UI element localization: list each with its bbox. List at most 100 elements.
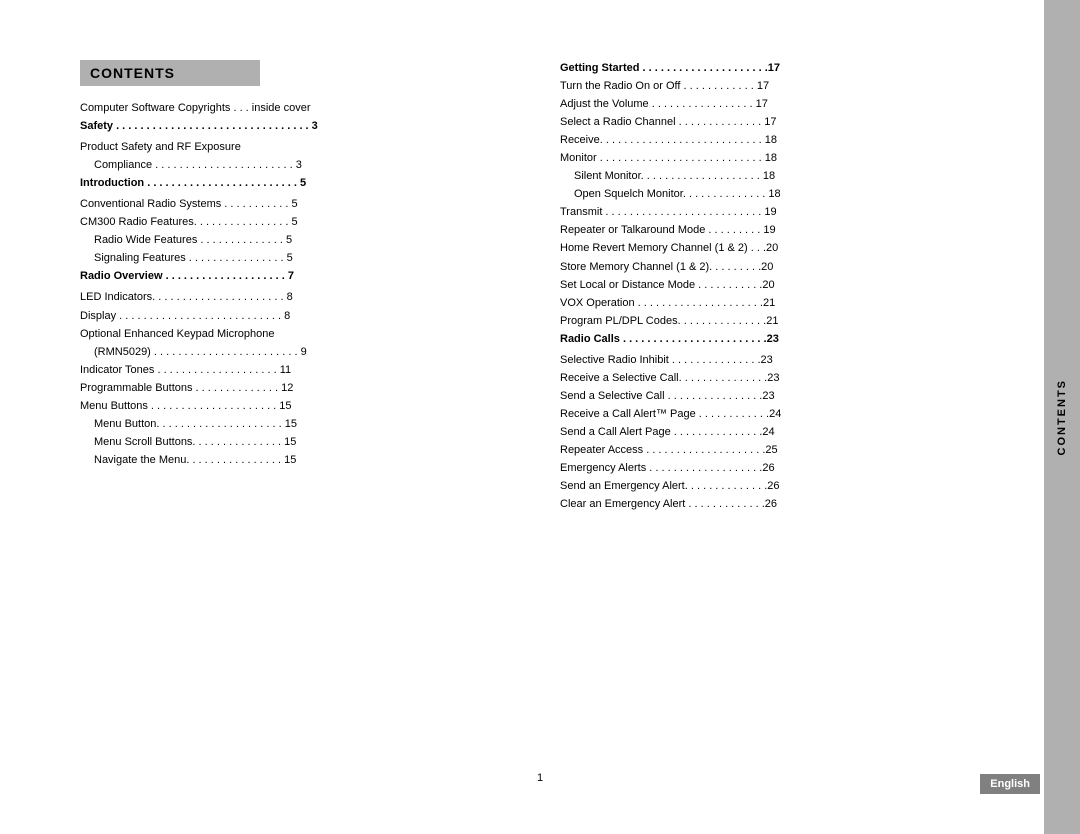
page-container: CONTENTS Computer Software Copyrights . … xyxy=(0,0,1080,834)
main-content: CONTENTS Computer Software Copyrights . … xyxy=(0,0,1080,554)
rtoc-label-24: Clear an Emergency Alert . . . . . . . .… xyxy=(560,496,1000,513)
toc-entry-13: (RMN5029) . . . . . . . . . . . . . . . … xyxy=(80,344,520,361)
rtoc-entry-5: Monitor . . . . . . . . . . . . . . . . … xyxy=(560,150,1000,167)
toc-entry-5: Conventional Radio Systems . . . . . . .… xyxy=(80,196,520,213)
toc-entry-15: Programmable Buttons . . . . . . . . . .… xyxy=(80,380,520,397)
toc-label-10: LED Indicators. . . . . . . . . . . . . … xyxy=(80,289,520,306)
toc-entry-4: Introduction . . . . . . . . . . . . . .… xyxy=(80,175,520,192)
rtoc-entry-14: Program PL/DPL Codes. . . . . . . . . . … xyxy=(560,313,1000,330)
rtoc-entry-12: Set Local or Distance Mode . . . . . . .… xyxy=(560,277,1000,294)
rtoc-label-0: Getting Started . . . . . . . . . . . . … xyxy=(560,60,1000,77)
rtoc-entry-17: Receive a Selective Call. . . . . . . . … xyxy=(560,370,1000,387)
toc-entry-7: Radio Wide Features . . . . . . . . . . … xyxy=(80,232,520,249)
rtoc-entry-16: Selective Radio Inhibit . . . . . . . . … xyxy=(560,352,1000,369)
rtoc-entry-22: Emergency Alerts . . . . . . . . . . . .… xyxy=(560,460,1000,477)
toc-entry-0: Computer Software Copyrights . . . insid… xyxy=(80,100,520,117)
toc-entry-18: Menu Scroll Buttons. . . . . . . . . . .… xyxy=(80,434,520,451)
toc-label-15: Programmable Buttons . . . . . . . . . .… xyxy=(80,380,520,397)
toc-entry-14: Indicator Tones . . . . . . . . . . . . … xyxy=(80,362,520,379)
rtoc-label-8: Transmit . . . . . . . . . . . . . . . .… xyxy=(560,204,1000,221)
english-label: English xyxy=(990,778,1030,790)
rtoc-label-15: Radio Calls . . . . . . . . . . . . . . … xyxy=(560,331,1000,348)
rtoc-entry-15: Radio Calls . . . . . . . . . . . . . . … xyxy=(560,331,1000,348)
toc-label-4: Introduction . . . . . . . . . . . . . .… xyxy=(80,175,520,192)
rtoc-label-19: Receive a Call Alert™ Page . . . . . . .… xyxy=(560,406,1000,423)
toc-label-17: Menu Button. . . . . . . . . . . . . . .… xyxy=(94,416,520,433)
toc-label-16: Menu Buttons . . . . . . . . . . . . . .… xyxy=(80,398,520,415)
toc-label-2: Product Safety and RF Exposure xyxy=(80,139,520,156)
rtoc-label-18: Send a Selective Call . . . . . . . . . … xyxy=(560,388,1000,405)
rtoc-label-5: Monitor . . . . . . . . . . . . . . . . … xyxy=(560,150,1000,167)
rtoc-label-6: Silent Monitor. . . . . . . . . . . . . … xyxy=(574,168,1000,185)
toc-label-6: CM300 Radio Features. . . . . . . . . . … xyxy=(80,214,520,231)
toc-label-13: (RMN5029) . . . . . . . . . . . . . . . … xyxy=(94,344,520,361)
rtoc-entry-1: Turn the Radio On or Off . . . . . . . .… xyxy=(560,78,1000,95)
left-column: CONTENTS Computer Software Copyrights . … xyxy=(80,60,520,514)
toc-entry-19: Navigate the Menu. . . . . . . . . . . .… xyxy=(80,452,520,469)
rtoc-label-17: Receive a Selective Call. . . . . . . . … xyxy=(560,370,1000,387)
toc-entry-1: Safety . . . . . . . . . . . . . . . . .… xyxy=(80,118,520,135)
rtoc-entry-19: Receive a Call Alert™ Page . . . . . . .… xyxy=(560,406,1000,423)
toc-label-18: Menu Scroll Buttons. . . . . . . . . . .… xyxy=(94,434,520,451)
toc-label-1: Safety . . . . . . . . . . . . . . . . .… xyxy=(80,118,520,135)
rtoc-entry-24: Clear an Emergency Alert . . . . . . . .… xyxy=(560,496,1000,513)
toc-entry-10: LED Indicators. . . . . . . . . . . . . … xyxy=(80,289,520,306)
rtoc-entry-9: Repeater or Talkaround Mode . . . . . . … xyxy=(560,222,1000,239)
toc-entry-2: Product Safety and RF Exposure xyxy=(80,139,520,156)
toc-entry-3: Compliance . . . . . . . . . . . . . . .… xyxy=(80,157,520,174)
rtoc-label-20: Send a Call Alert Page . . . . . . . . .… xyxy=(560,424,1000,441)
rtoc-entry-18: Send a Selective Call . . . . . . . . . … xyxy=(560,388,1000,405)
rtoc-label-22: Emergency Alerts . . . . . . . . . . . .… xyxy=(560,460,1000,477)
toc-label-9: Radio Overview . . . . . . . . . . . . .… xyxy=(80,268,520,285)
rtoc-entry-13: VOX Operation . . . . . . . . . . . . . … xyxy=(560,295,1000,312)
toc-label-11: Display . . . . . . . . . . . . . . . . … xyxy=(80,308,520,325)
rtoc-label-21: Repeater Access . . . . . . . . . . . . … xyxy=(560,442,1000,459)
rtoc-entry-21: Repeater Access . . . . . . . . . . . . … xyxy=(560,442,1000,459)
rtoc-label-2: Adjust the Volume . . . . . . . . . . . … xyxy=(560,96,1000,113)
rtoc-entry-20: Send a Call Alert Page . . . . . . . . .… xyxy=(560,424,1000,441)
toc-label-12: Optional Enhanced Keypad Microphone xyxy=(80,326,520,343)
rtoc-label-16: Selective Radio Inhibit . . . . . . . . … xyxy=(560,352,1000,369)
rtoc-label-3: Select a Radio Channel . . . . . . . . .… xyxy=(560,114,1000,131)
toc-label-5: Conventional Radio Systems . . . . . . .… xyxy=(80,196,520,213)
toc-entry-17: Menu Button. . . . . . . . . . . . . . .… xyxy=(80,416,520,433)
english-tab: English xyxy=(980,774,1040,794)
rtoc-entry-7: Open Squelch Monitor. . . . . . . . . . … xyxy=(560,186,1000,203)
toc-label-3: Compliance . . . . . . . . . . . . . . .… xyxy=(94,157,520,174)
rtoc-label-14: Program PL/DPL Codes. . . . . . . . . . … xyxy=(560,313,1000,330)
rtoc-label-1: Turn the Radio On or Off . . . . . . . .… xyxy=(560,78,1000,95)
toc-entry-9: Radio Overview . . . . . . . . . . . . .… xyxy=(80,268,520,285)
rtoc-label-9: Repeater or Talkaround Mode . . . . . . … xyxy=(560,222,1000,239)
rtoc-entry-0: Getting Started . . . . . . . . . . . . … xyxy=(560,60,1000,77)
toc-entry-16: Menu Buttons . . . . . . . . . . . . . .… xyxy=(80,398,520,415)
right-column: Getting Started . . . . . . . . . . . . … xyxy=(560,60,1000,514)
page-number: 1 xyxy=(537,772,543,784)
rtoc-entry-23: Send an Emergency Alert. . . . . . . . .… xyxy=(560,478,1000,495)
rtoc-entry-10: Home Revert Memory Channel (1 & 2) . . .… xyxy=(560,240,1000,257)
rtoc-entry-11: Store Memory Channel (1 & 2). . . . . . … xyxy=(560,259,1000,276)
right-sidebar: CONTENTS xyxy=(1044,0,1080,834)
rtoc-label-7: Open Squelch Monitor. . . . . . . . . . … xyxy=(574,186,1000,203)
left-toc: Computer Software Copyrights . . . insid… xyxy=(80,100,520,469)
toc-label-14: Indicator Tones . . . . . . . . . . . . … xyxy=(80,362,520,379)
toc-entry-12: Optional Enhanced Keypad Microphone xyxy=(80,326,520,343)
toc-label-19: Navigate the Menu. . . . . . . . . . . .… xyxy=(94,452,520,469)
rtoc-entry-2: Adjust the Volume . . . . . . . . . . . … xyxy=(560,96,1000,113)
rtoc-entry-6: Silent Monitor. . . . . . . . . . . . . … xyxy=(560,168,1000,185)
rtoc-label-13: VOX Operation . . . . . . . . . . . . . … xyxy=(560,295,1000,312)
toc-entry-11: Display . . . . . . . . . . . . . . . . … xyxy=(80,308,520,325)
toc-entry-8: Signaling Features . . . . . . . . . . .… xyxy=(80,250,520,267)
rtoc-entry-3: Select a Radio Channel . . . . . . . . .… xyxy=(560,114,1000,131)
toc-entry-6: CM300 Radio Features. . . . . . . . . . … xyxy=(80,214,520,231)
rtoc-label-4: Receive. . . . . . . . . . . . . . . . .… xyxy=(560,132,1000,149)
rtoc-entry-4: Receive. . . . . . . . . . . . . . . . .… xyxy=(560,132,1000,149)
toc-label-7: Radio Wide Features . . . . . . . . . . … xyxy=(94,232,520,249)
contents-title: CONTENTS xyxy=(90,65,250,81)
toc-label-0: Computer Software Copyrights . . . insid… xyxy=(80,100,520,117)
rtoc-label-23: Send an Emergency Alert. . . . . . . . .… xyxy=(560,478,1000,495)
rtoc-label-10: Home Revert Memory Channel (1 & 2) . . .… xyxy=(560,240,1000,257)
rtoc-label-11: Store Memory Channel (1 & 2). . . . . . … xyxy=(560,259,1000,276)
rtoc-entry-8: Transmit . . . . . . . . . . . . . . . .… xyxy=(560,204,1000,221)
contents-header: CONTENTS xyxy=(80,60,260,86)
sidebar-label: CONTENTS xyxy=(1056,379,1068,456)
